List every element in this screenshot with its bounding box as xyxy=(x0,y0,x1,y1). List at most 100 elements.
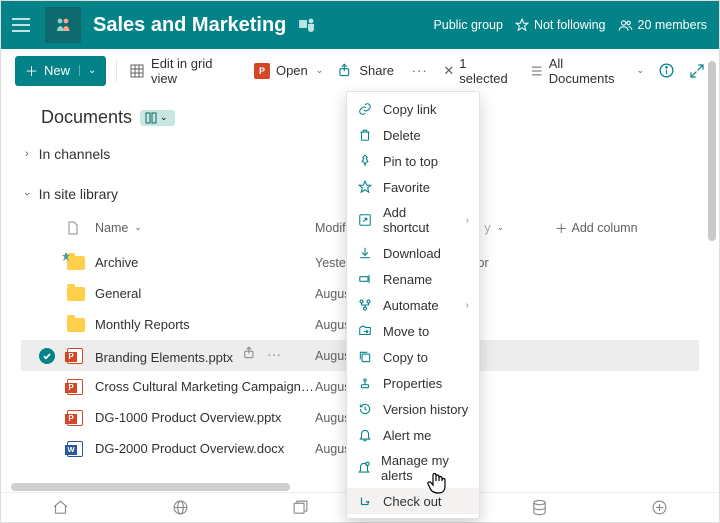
shortcut-icon xyxy=(357,212,373,228)
menu-item-label: Download xyxy=(383,246,441,261)
context-menu: Copy link Delete Pin to top Favorite Add sho… xyxy=(346,91,480,519)
suite-header: Sales and Marketing Public group Not fol… xyxy=(1,1,719,49)
moveto-icon xyxy=(357,323,373,339)
nav-globe-icon[interactable] xyxy=(170,498,190,518)
menu-item-delete[interactable]: Delete xyxy=(347,122,479,148)
members-link[interactable]: 20 members xyxy=(618,18,707,33)
file-type-icon xyxy=(67,348,95,364)
menu-item-favorite[interactable]: Favorite xyxy=(347,174,479,200)
file-type-icon xyxy=(67,441,95,457)
file-name[interactable]: Cross Cultural Marketing Campaigns.pptx xyxy=(95,379,315,394)
menu-item-version-history[interactable]: Version history xyxy=(347,396,479,422)
menu-item-check-out[interactable]: Check out xyxy=(347,488,479,514)
flow-icon xyxy=(357,297,373,313)
alerts-icon xyxy=(357,460,371,476)
new-label: New xyxy=(44,63,70,78)
teams-icon[interactable] xyxy=(298,16,316,34)
members-label: 20 members xyxy=(638,18,707,32)
vertical-scrollbar[interactable] xyxy=(708,61,716,421)
group-label: In channels xyxy=(39,146,111,162)
nav-data-icon[interactable] xyxy=(529,498,549,518)
menu-item-label: Alert me xyxy=(383,428,431,443)
chevron-right-icon: › xyxy=(466,215,469,226)
file-name[interactable]: Archive xyxy=(95,255,315,270)
more-actions-button[interactable]: ··· xyxy=(406,57,433,85)
command-bar: ＋ New ⌄ Edit in grid view P Open ⌄ Share… xyxy=(1,49,719,93)
chevron-down-icon: ⌄ xyxy=(316,65,324,76)
edit-grid-label: Edit in grid view xyxy=(151,56,240,86)
menu-item-copy-to[interactable]: Copy to xyxy=(347,344,479,370)
menu-item-label: Properties xyxy=(383,376,442,391)
chevron-down-icon: ⌄ xyxy=(160,112,168,123)
share-button[interactable]: Share xyxy=(335,59,396,83)
close-icon[interactable]: ✕ xyxy=(443,63,454,79)
menu-item-copy-link[interactable]: Copy link xyxy=(347,96,479,122)
expand-icon[interactable] xyxy=(689,63,705,79)
selected-label: 1 selected xyxy=(459,56,516,86)
group-visibility[interactable]: Public group xyxy=(433,18,503,32)
menu-item-properties[interactable]: Properties xyxy=(347,370,479,396)
chevron-down-icon: ⌄ xyxy=(636,65,644,76)
star-icon xyxy=(357,179,373,195)
file-name[interactable]: DG-1000 Product Overview.pptx xyxy=(95,410,315,425)
menu-item-add-shortcut[interactable]: Add shortcut› xyxy=(347,200,479,240)
menu-item-automate[interactable]: Automate› xyxy=(347,292,479,318)
chevron-down-icon: ⌄ xyxy=(497,222,505,233)
follow-toggle[interactable]: Not following xyxy=(515,18,606,32)
site-logo[interactable] xyxy=(45,7,81,43)
new-button[interactable]: ＋ New ⌄ xyxy=(15,56,106,86)
library-title: Documents xyxy=(41,107,132,128)
file-name[interactable]: Branding Elements.pptx··· xyxy=(95,346,315,365)
chevron-right-icon: › xyxy=(25,148,29,160)
history-icon xyxy=(357,401,373,417)
view-switcher[interactable]: All Documents ⌄ xyxy=(530,56,644,86)
nav-cards-icon[interactable] xyxy=(290,498,310,518)
plus-icon: ＋ xyxy=(25,61,38,80)
menu-item-rename[interactable]: Rename xyxy=(347,266,479,292)
file-name[interactable]: Monthly Reports xyxy=(95,317,315,332)
menu-item-label: Favorite xyxy=(383,180,430,195)
open-label: Open xyxy=(276,63,308,78)
chevron-down-icon: › xyxy=(21,192,33,196)
menu-item-label: Delete xyxy=(383,128,421,143)
view-chip[interactable]: ⌄ xyxy=(140,110,175,126)
file-type-icon xyxy=(67,318,95,332)
edit-grid-button[interactable]: Edit in grid view xyxy=(127,52,242,90)
menu-item-alert-me[interactable]: Alert me xyxy=(347,422,479,448)
more-icon[interactable]: ··· xyxy=(267,346,281,362)
file-type-icon xyxy=(67,379,95,395)
tiles-icon xyxy=(145,112,157,124)
share-icon xyxy=(337,63,353,79)
powerpoint-icon: P xyxy=(254,63,270,79)
column-name[interactable]: Name⌄ xyxy=(95,221,315,235)
app-launcher-icon[interactable] xyxy=(9,13,33,37)
site-title[interactable]: Sales and Marketing xyxy=(93,14,286,37)
nav-add-icon[interactable] xyxy=(649,498,669,518)
selection-status[interactable]: ✕ 1 selected xyxy=(443,56,516,86)
menu-item-label: Automate xyxy=(383,298,439,313)
open-button[interactable]: P Open ⌄ xyxy=(252,59,325,83)
menu-item-label: Version history xyxy=(383,402,468,417)
info-icon[interactable] xyxy=(658,62,675,79)
rename-icon xyxy=(357,271,373,287)
menu-item-pin-to-top[interactable]: Pin to top xyxy=(347,148,479,174)
row-select[interactable] xyxy=(27,348,67,364)
props-icon xyxy=(357,375,373,391)
file-type-icon xyxy=(67,256,95,270)
share-icon[interactable] xyxy=(243,346,257,362)
nav-home-icon[interactable] xyxy=(51,498,71,518)
trash-icon xyxy=(357,127,373,143)
menu-item-move-to[interactable]: Move to xyxy=(347,318,479,344)
add-column-button[interactable]: ＋Add column xyxy=(555,218,655,237)
column-type[interactable] xyxy=(67,221,95,235)
menu-item-label: Move to xyxy=(383,324,429,339)
share-label: Share xyxy=(359,63,394,78)
menu-item-manage-my-alerts[interactable]: Manage my alerts xyxy=(347,448,479,488)
checkout-icon xyxy=(357,493,373,509)
link-icon xyxy=(357,101,373,117)
file-name[interactable]: DG-2000 Product Overview.docx xyxy=(95,441,315,456)
file-type-icon xyxy=(67,287,95,301)
menu-item-label: Check out xyxy=(383,494,442,509)
menu-item-download[interactable]: Download xyxy=(347,240,479,266)
file-name[interactable]: General xyxy=(95,286,315,301)
